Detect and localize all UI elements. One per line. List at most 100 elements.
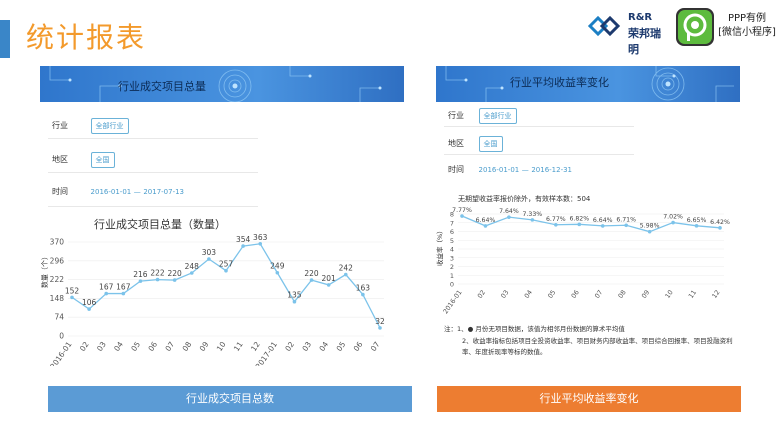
left-banner-title: 行业成交项目总量 [118, 80, 206, 93]
x-tick-label: 07 [593, 289, 604, 300]
y-tick-label: 222 [50, 275, 65, 284]
data-label: 242 [339, 264, 354, 273]
y-tick-label: 0 [450, 281, 454, 289]
y-tick-label: 370 [50, 238, 65, 247]
region-tag[interactable]: 全国 [90, 152, 115, 168]
y-tick-label: 4 [450, 246, 454, 254]
x-tick-label: 06 [146, 340, 159, 353]
data-label: 220 [304, 269, 319, 278]
filter-label: 时间 [52, 187, 68, 196]
time-end[interactable]: 2016-12-31 [531, 166, 572, 174]
sample-note: 无期望收益率报价除外，有效样本数：504 [458, 195, 591, 203]
y-tick-label: 74 [54, 313, 64, 322]
data-label: 248 [185, 262, 200, 271]
data-point [483, 224, 488, 228]
data-label: 354 [236, 235, 251, 244]
y-tick-label: 2 [450, 263, 454, 271]
filter-label: 行业 [52, 121, 68, 130]
y-tick-label: 7 [450, 219, 454, 227]
data-point [121, 291, 126, 296]
data-label: 7.77% [452, 207, 472, 214]
data-label: 6.65% [687, 217, 707, 224]
data-point [361, 292, 365, 297]
x-tick-label: 06 [352, 340, 365, 353]
x-tick-label: 05 [335, 340, 348, 353]
ppp-logo-icon [678, 10, 712, 44]
ppp-label-line2: [微信小程序] [718, 27, 776, 38]
time-start[interactable]: 2016-01-01 [91, 188, 132, 196]
x-tick-label: 11 [232, 340, 245, 353]
x-tick-label: 07 [163, 340, 176, 353]
data-point [275, 270, 280, 275]
data-point [138, 279, 143, 283]
x-tick-label: 02 [78, 340, 91, 353]
x-tick-label: 03 [95, 340, 108, 353]
region-tag[interactable]: 全国 [478, 136, 503, 152]
data-point [460, 214, 464, 218]
right-filter-time: 时间 2016-01-01 — 2016-12-31 [448, 164, 572, 175]
data-point [624, 223, 628, 228]
x-tick-label: 02 [476, 289, 487, 300]
divider [48, 172, 258, 173]
data-label: 216 [133, 270, 148, 279]
filter-label: 时间 [448, 165, 464, 174]
title-accent-bar [0, 20, 10, 58]
data-label: 152 [65, 286, 80, 295]
ppp-app-icon[interactable] [676, 8, 714, 46]
data-label: 7.33% [523, 211, 543, 218]
data-point [224, 268, 228, 273]
avg-yield-button[interactable]: 行业平均收益率变化 [437, 386, 741, 412]
time-start[interactable]: 2016-01-01 [479, 166, 520, 174]
data-point [343, 272, 348, 277]
data-point [671, 220, 675, 225]
y-tick-label: 296 [50, 256, 65, 265]
x-tick-label: 03 [300, 340, 313, 353]
divider [444, 126, 634, 127]
data-label: 257 [219, 260, 234, 269]
data-point [600, 224, 605, 228]
data-label: 249 [270, 262, 285, 271]
divider [48, 138, 258, 139]
data-label: 220 [168, 269, 183, 278]
ppp-label-line1: PPP有例 [727, 13, 767, 24]
data-label: 7.02% [663, 214, 683, 221]
time-end[interactable]: 2017-07-13 [143, 188, 184, 196]
x-tick-label: 03 [499, 289, 510, 300]
y-tick-label: 1 [450, 272, 454, 280]
data-point [694, 224, 699, 228]
data-point [189, 271, 194, 275]
footnote-1: 注：1、● 月份无项目数据，该值为相邻月份数据的算术平均值 [444, 325, 625, 333]
time-dash: — [133, 188, 141, 196]
data-label: 6.77% [546, 216, 566, 223]
industry-tag[interactable]: 全部行业 [478, 108, 517, 124]
x-tick-label: 04 [523, 289, 534, 300]
right-banner: 行业平均收益率变化 [436, 66, 740, 102]
rr-logo-text-en: R&R [628, 12, 653, 23]
data-point [87, 307, 91, 311]
data-label: 6.82% [569, 215, 589, 222]
data-label: 6.42% [710, 219, 730, 226]
data-label: 6.64% [593, 217, 613, 224]
data-label: 32 [375, 317, 385, 326]
footnote-2: 2、收益率指标包括项目全投资收益率、项目财务内部收益率、项目综合回报率、项目投融… [462, 337, 733, 356]
data-point [207, 257, 211, 261]
total-projects-button[interactable]: 行业成交项目总数 [48, 386, 412, 412]
data-label: 222 [150, 269, 165, 278]
data-point [326, 283, 331, 287]
data-point [258, 241, 263, 246]
x-tick-label: 12 [249, 340, 262, 353]
data-point [378, 326, 382, 330]
data-point [507, 215, 511, 219]
divider [444, 154, 634, 155]
filter-label: 地区 [448, 139, 464, 148]
x-tick-label: 09 [640, 289, 651, 300]
data-label: 167 [116, 283, 131, 292]
ppp-label: PPP有例 [微信小程序] [718, 12, 776, 40]
x-tick-label: 2016-01 [441, 289, 463, 316]
industry-tag[interactable]: 全部行业 [90, 118, 129, 134]
left-panel: 行业成交项目总量 行业 全部行业 地区 全国 时间 2016-01-01 — 2… [40, 66, 404, 366]
data-label: 167 [99, 283, 114, 292]
data-label: 6.64% [476, 217, 496, 224]
x-tick-label: 12 [710, 289, 721, 300]
time-dash: — [521, 166, 529, 174]
